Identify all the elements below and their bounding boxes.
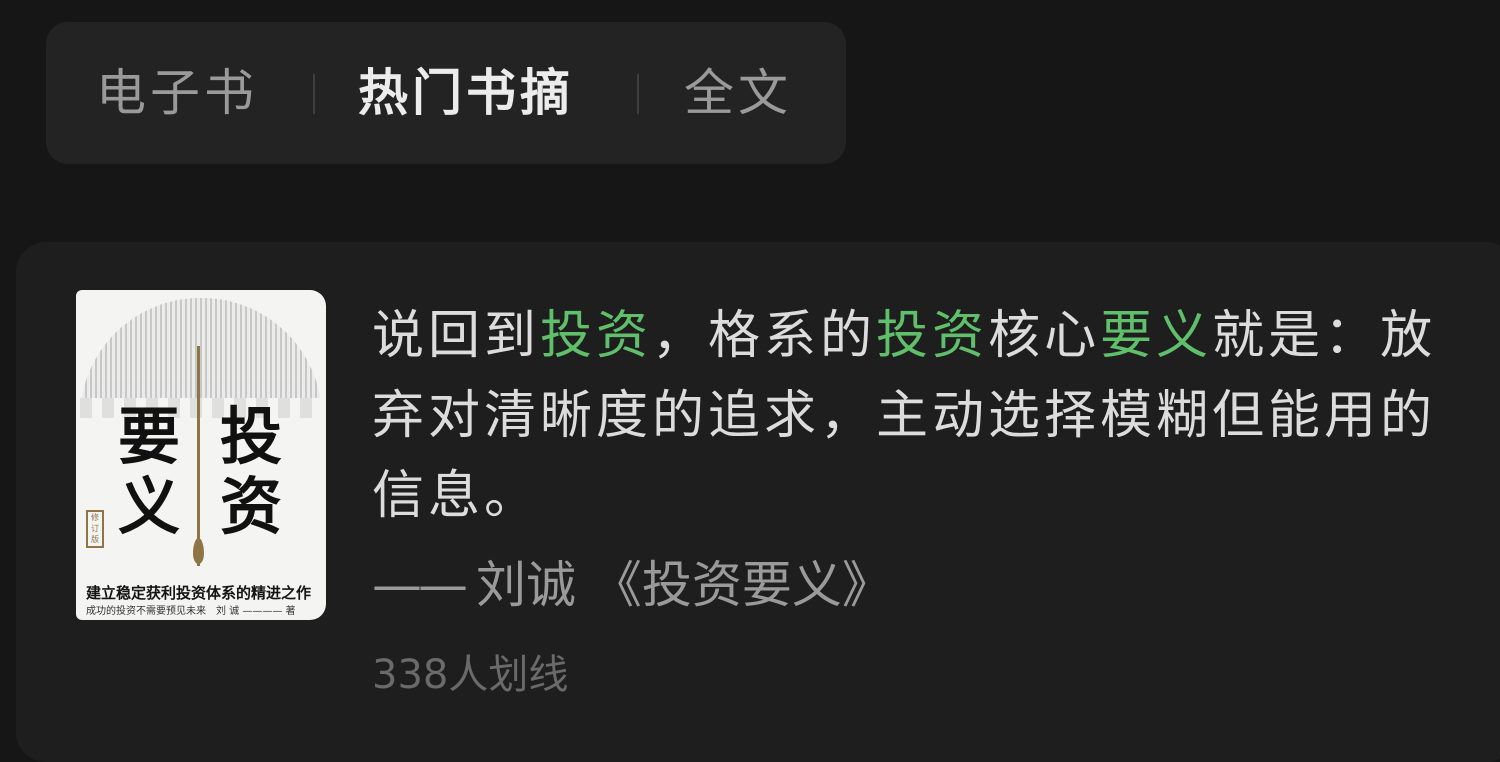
tab-divider (637, 74, 639, 114)
excerpt-text[interactable]: 说回到投资，格系的投资核心要义就是：放弃对清晰度的追求，主动选择模糊但能用的信息… (372, 296, 1452, 536)
cover-title-left: 要义 (117, 400, 180, 543)
cover-author: 刘 诚 ———— 著 (216, 606, 296, 617)
source-book-title: 《投资要义》 (591, 556, 892, 614)
book-cover[interactable]: 要义 投资 修订版 建立稳定获利投资体系的精进之作 成功的投资不需要预见未来 刘… (76, 290, 326, 620)
cover-umbrella-tip (193, 538, 204, 564)
quote-segment: 核心 (988, 306, 1101, 366)
highlight-keyword[interactable]: 要义 (1100, 306, 1212, 366)
tab-divider (313, 74, 315, 114)
tab-popular-excerpts[interactable]: 热门书摘 (358, 68, 574, 118)
quote-segment: 说回到 (372, 306, 541, 366)
cover-title-right: 投资 (219, 400, 282, 543)
cover-umbrella-stick (197, 346, 200, 566)
source-dash: —— (372, 556, 468, 614)
highlight-keyword[interactable]: 投资 (876, 306, 988, 366)
quote-segment: ，格系的 (652, 306, 877, 366)
underline-count: 338人划线 (372, 652, 569, 698)
top-bar: 电子书 热门书摘 全文 (0, 0, 1500, 212)
cover-edition-badge: 修订版 (86, 510, 104, 548)
cover-tagline: 建立稳定获利投资体系的精进之作 (86, 584, 312, 602)
segmented-tabs: 电子书 热门书摘 全文 (46, 22, 846, 164)
cover-umbrella-art (80, 298, 322, 418)
tab-fulltext[interactable]: 全文 (684, 68, 792, 118)
highlight-keyword[interactable]: 投资 (540, 306, 652, 366)
source-author: 刘诚 (476, 556, 576, 614)
cover-subtitle: 成功的投资不需要预见未来 (86, 606, 206, 617)
excerpt-source[interactable]: —— 刘诚 《投资要义》 (372, 560, 892, 610)
tab-ebook[interactable]: 电子书 (96, 68, 258, 118)
